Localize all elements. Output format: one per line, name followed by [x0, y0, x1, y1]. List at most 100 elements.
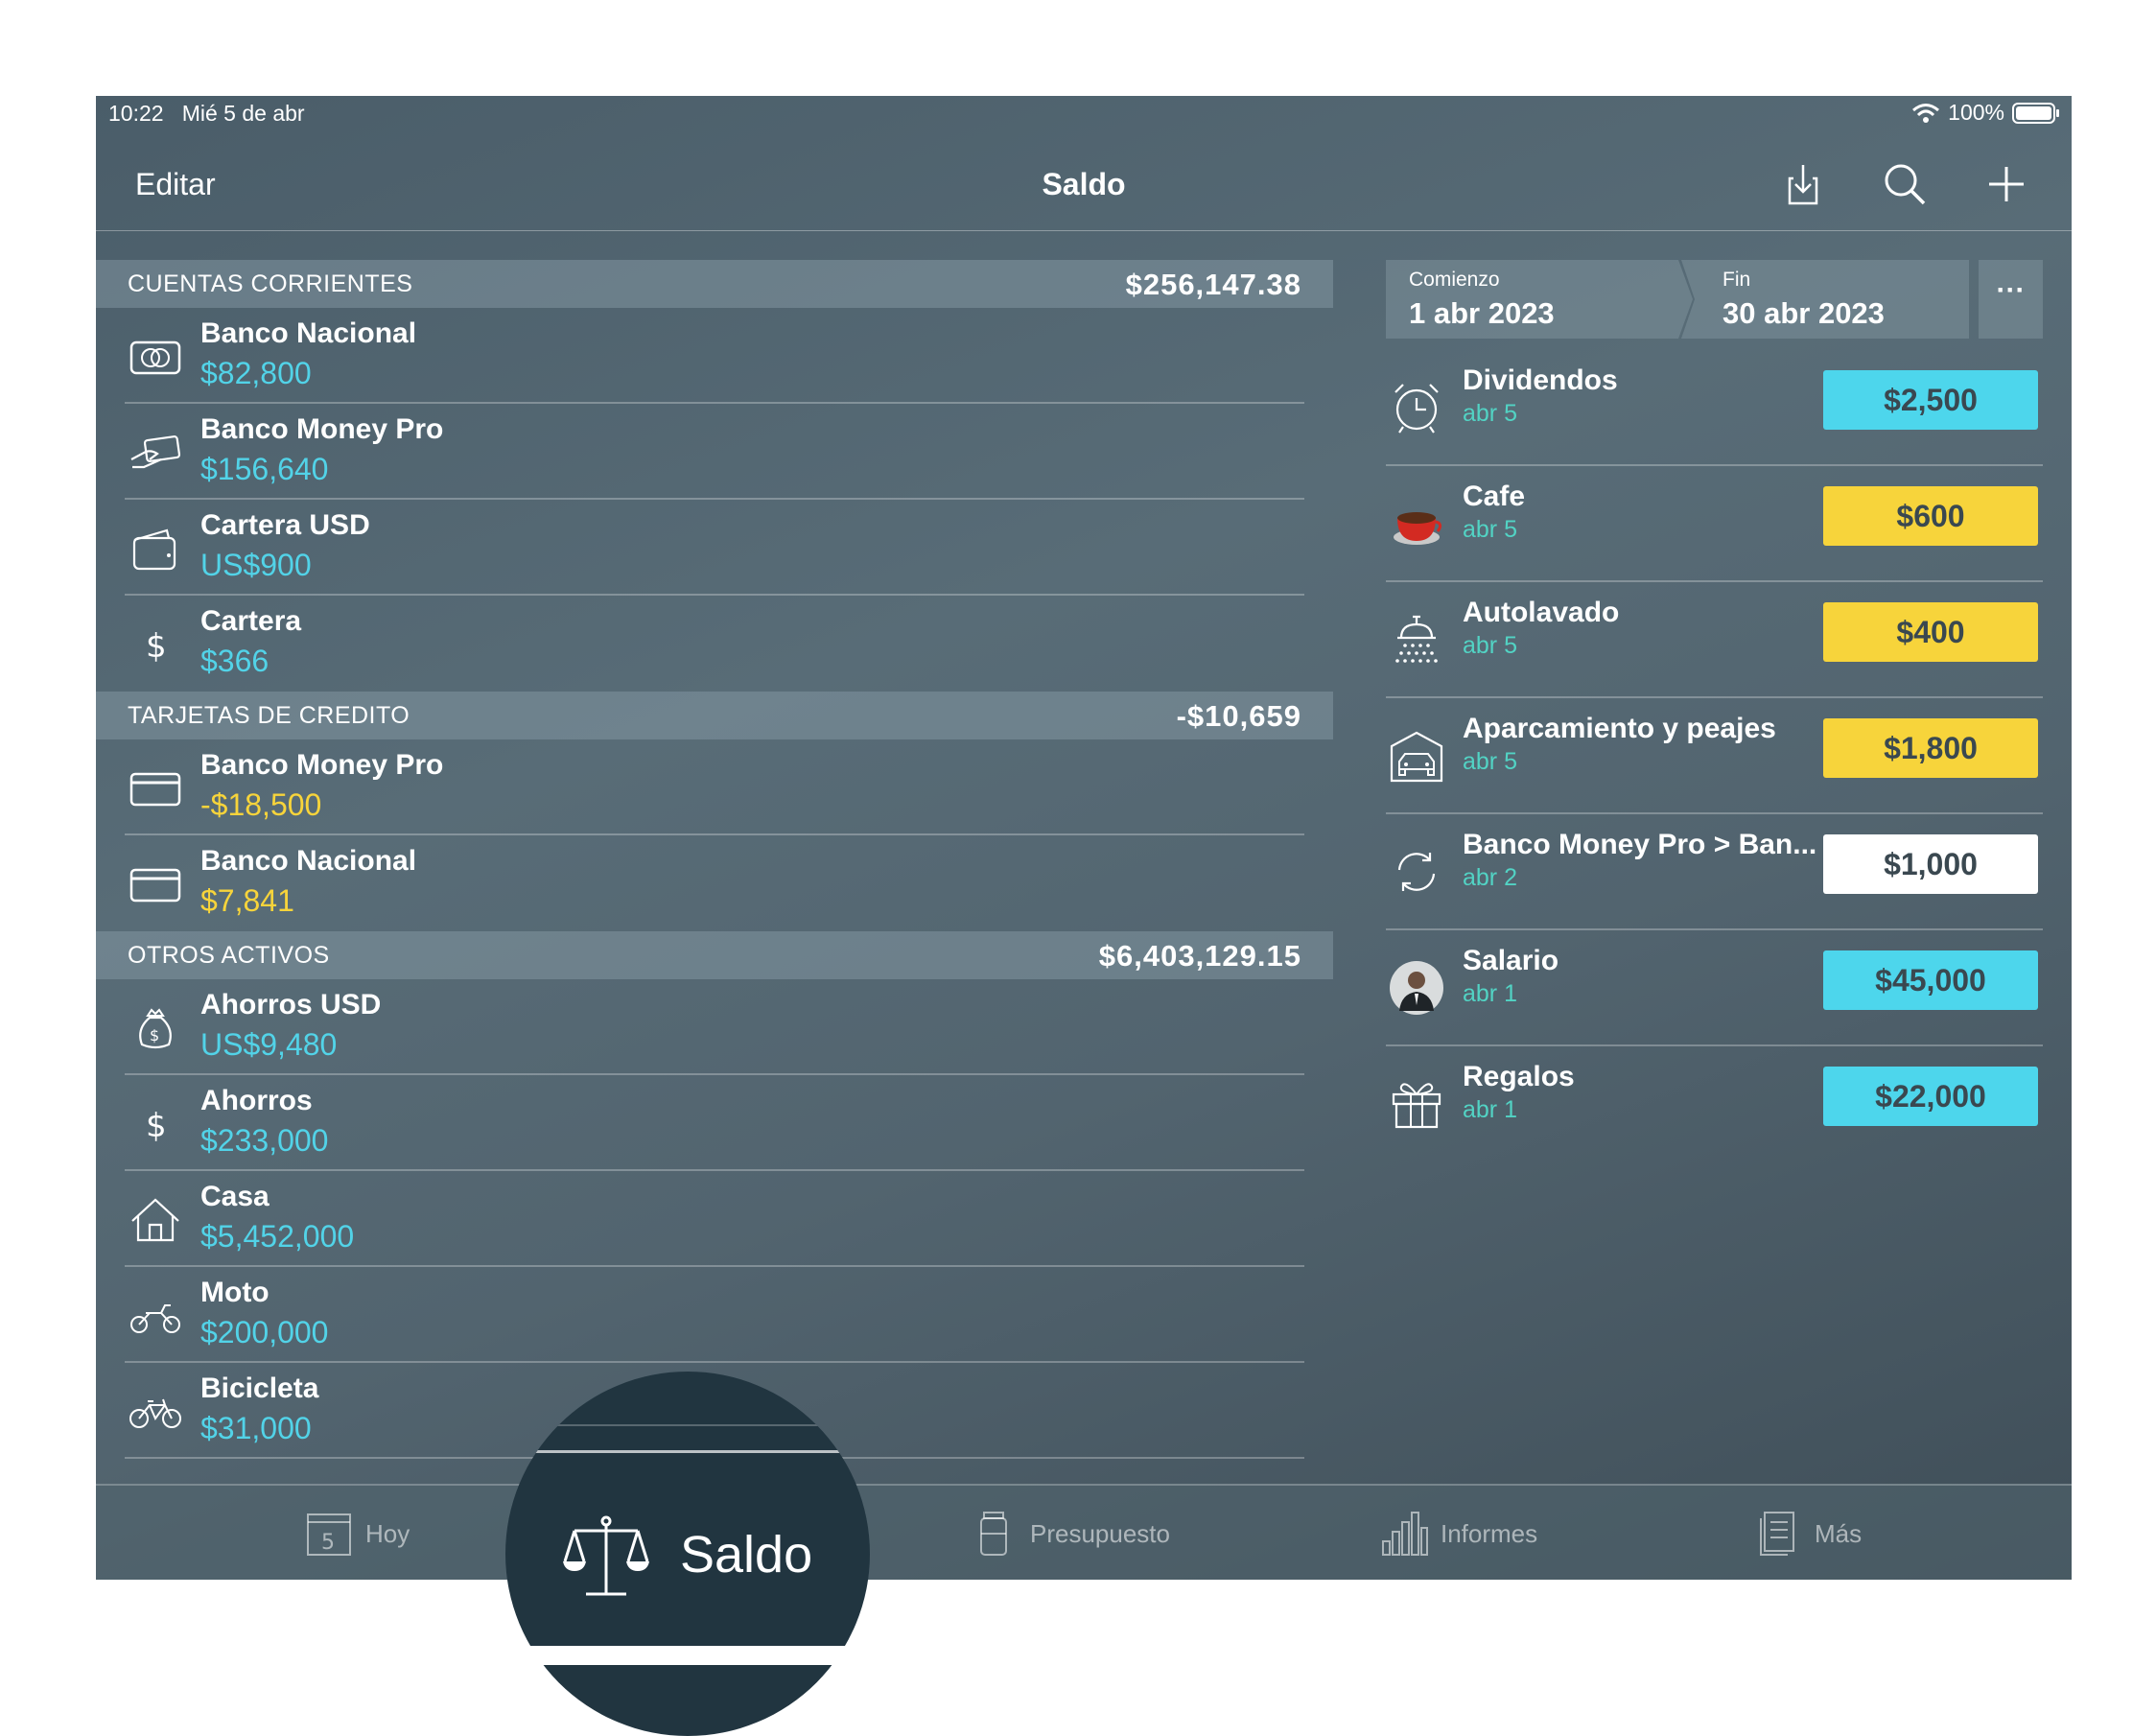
- svg-text:$: $: [146, 627, 167, 666]
- account-row-casa[interactable]: Casa $5,452,000: [96, 1171, 1333, 1267]
- transaction-name: Regalos: [1463, 1061, 1575, 1092]
- transaction-row-autolavado[interactable]: Autolavado abr 5 $400: [1386, 582, 2043, 698]
- transaction-amount: $1,800: [1823, 718, 2038, 778]
- account-row-banco-money-pro[interactable]: Banco Money Pro $156,640: [96, 404, 1333, 500]
- tab-saldo-magnifier[interactable]: Saldo: [505, 1372, 870, 1736]
- account-amount: $233,000: [200, 1123, 329, 1158]
- account-amount: US$900: [200, 548, 312, 582]
- import-icon[interactable]: [1776, 157, 1830, 211]
- account-row-banco-nacional-card[interactable]: Banco Nacional $7,841: [96, 835, 1333, 931]
- account-row-banco-money-pro-card[interactable]: Banco Money Pro -$18,500: [96, 739, 1333, 835]
- transaction-name: Salario: [1463, 945, 1559, 976]
- account-row-cartera[interactable]: $ Cartera $366: [96, 596, 1333, 692]
- garage-car-icon: [1388, 727, 1445, 785]
- transaction-amount: $45,000: [1823, 950, 2038, 1010]
- alarm-clock-icon: [1388, 379, 1445, 436]
- account-name: Ahorros USD: [200, 989, 382, 1020]
- tab-informes[interactable]: Informes: [1379, 1486, 1537, 1580]
- tab-hoy[interactable]: 5 Hoy: [304, 1486, 410, 1580]
- account-row-ahorros[interactable]: $ Ahorros $233,000: [96, 1075, 1333, 1171]
- status-right: 100%: [1911, 100, 2060, 126]
- tab-mas[interactable]: Más: [1753, 1486, 1862, 1580]
- section-total: -$10,659: [1176, 699, 1301, 733]
- period-start-label: Comienzo: [1409, 269, 1500, 291]
- tab-label: Informes: [1441, 1518, 1538, 1548]
- hand-card-icon: [129, 431, 182, 475]
- account-amount: $200,000: [200, 1315, 329, 1349]
- account-name: Ahorros: [200, 1085, 313, 1116]
- app-window: 10:22 Mié 5 de abr 100% Editar Saldo CUE…: [96, 96, 2072, 1580]
- section-total: $6,403,129.15: [1098, 939, 1301, 973]
- transaction-row-transfer[interactable]: Banco Money Pro > Ban... abr 2 $1,000: [1386, 814, 2043, 930]
- period-start[interactable]: Comienzo 1 abr 2023: [1386, 260, 1693, 339]
- transaction-name: Cafe: [1463, 481, 1526, 512]
- balance-scale-icon: [563, 1515, 649, 1596]
- credit-card-icon: [129, 862, 182, 906]
- transactions-list: Dividendos abr 5 $2,500 Cafe abr 5 $600 …: [1386, 350, 2043, 1162]
- period-end[interactable]: Fin 30 abr 2023: [1681, 260, 1969, 339]
- bicycle-icon: [129, 1390, 182, 1434]
- status-date: Mié 5 de abr: [181, 101, 305, 126]
- credit-card-chip-icon: [129, 335, 182, 379]
- magnifier-divider: [505, 1424, 870, 1426]
- wallet-icon: [129, 527, 182, 571]
- gift-icon: [1388, 1075, 1445, 1133]
- section-header-tarjetas-de-credito: TARJETAS DE CREDITO -$10,659: [96, 692, 1333, 739]
- add-icon[interactable]: [1980, 157, 2033, 211]
- transaction-date: abr 5: [1463, 516, 1517, 543]
- account-name: Casa: [200, 1181, 270, 1212]
- page-title: Saldo: [1042, 167, 1126, 201]
- account-row-banco-nacional[interactable]: Banco Nacional $82,800: [96, 308, 1333, 404]
- transaction-row-regalos[interactable]: Regalos abr 1 $22,000: [1386, 1046, 2043, 1162]
- account-name: Banco Money Pro: [200, 749, 444, 781]
- account-name: Banco Nacional: [200, 317, 417, 349]
- account-amount: $366: [200, 644, 270, 678]
- period-selector: Comienzo 1 abr 2023 Fin 30 abr 2023 ···: [1386, 260, 2043, 339]
- search-icon[interactable]: [1878, 157, 1932, 211]
- transaction-amount: $600: [1823, 486, 2038, 546]
- more-options-button[interactable]: ···: [1979, 260, 2043, 339]
- account-amount: $156,640: [200, 452, 329, 486]
- transaction-row-aparcamiento[interactable]: Aparcamiento y peajes abr 5 $1,800: [1386, 698, 2043, 814]
- account-row-cartera-usd[interactable]: Cartera USD US$900: [96, 500, 1333, 596]
- transaction-row-cafe[interactable]: Cafe abr 5 $600: [1386, 466, 2043, 582]
- account-amount: $82,800: [200, 356, 312, 390]
- transaction-amount: $2,500: [1823, 370, 2038, 430]
- transaction-name: Banco Money Pro > Ban...: [1463, 829, 1817, 860]
- account-amount: US$9,480: [200, 1027, 338, 1062]
- status-time: 10:22: [108, 101, 164, 126]
- transaction-date: abr 5: [1463, 632, 1517, 659]
- tab-label: Más: [1815, 1518, 1863, 1548]
- section-total: $256,147.38: [1125, 268, 1301, 301]
- transaction-amount: $1,000: [1823, 834, 2038, 894]
- dollar-icon: $: [129, 622, 182, 667]
- magnifier-tabbar-border: [505, 1450, 870, 1453]
- shower-icon: [1388, 611, 1445, 669]
- period-start-value: 1 abr 2023: [1409, 296, 1555, 330]
- house-icon: [129, 1198, 182, 1242]
- transaction-name: Aparcamiento y peajes: [1463, 713, 1776, 744]
- transaction-date: abr 5: [1463, 748, 1517, 775]
- tab-saldo-label: Saldo: [680, 1526, 813, 1584]
- status-time-date: 10:22 Mié 5 de abr: [108, 101, 305, 127]
- account-row-moto[interactable]: Moto $200,000: [96, 1267, 1333, 1363]
- transaction-name: Autolavado: [1463, 597, 1620, 628]
- credit-card-icon: [129, 766, 182, 810]
- transaction-row-salario[interactable]: Salario abr 1 $45,000: [1386, 930, 2043, 1046]
- tab-bar: 5 Hoy Presupuesto Informes Más: [96, 1484, 2072, 1580]
- section-header-cuentas-corrientes: CUENTAS CORRIENTES $256,147.38: [96, 260, 1333, 308]
- account-row-ahorros-usd[interactable]: $ Ahorros USD US$9,480: [96, 979, 1333, 1075]
- navigation-bar: Editar Saldo: [96, 134, 2072, 231]
- svg-text:$: $: [146, 1107, 167, 1145]
- document-icon: [1760, 1512, 1794, 1556]
- account-name: Cartera: [200, 605, 302, 637]
- account-name: Bicicleta: [200, 1372, 319, 1404]
- status-bar: 10:22 Mié 5 de abr 100%: [96, 96, 2072, 134]
- transaction-name: Dividendos: [1463, 364, 1618, 396]
- transaction-date: abr 1: [1463, 1096, 1517, 1123]
- tab-presupuesto[interactable]: Presupuesto: [969, 1486, 1170, 1580]
- transaction-row-dividendos[interactable]: Dividendos abr 5 $2,500: [1386, 350, 2043, 466]
- account-amount: $7,841: [200, 883, 294, 918]
- motorcycle-icon: [129, 1294, 182, 1338]
- period-end-value: 30 abr 2023: [1722, 296, 1885, 330]
